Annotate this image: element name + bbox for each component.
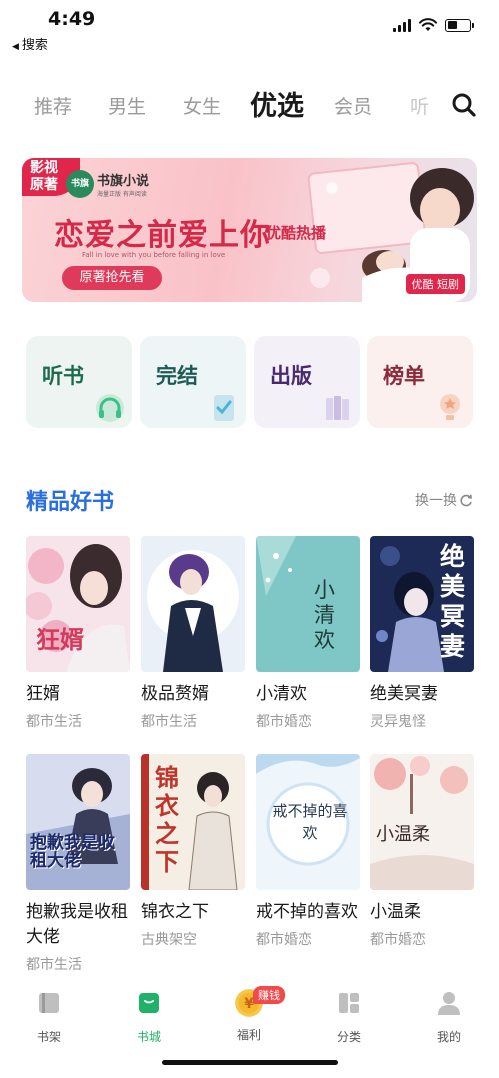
nav-bookshelf[interactable]: 书架 xyxy=(19,990,79,1045)
book-cover[interactable] xyxy=(141,536,245,672)
book-genre: 都市生活 xyxy=(26,957,82,973)
book-genre: 都市生活 xyxy=(26,714,82,730)
cover-title: 狂婿 xyxy=(36,625,84,654)
nav-label: 书架 xyxy=(36,1030,61,1044)
status-icons xyxy=(393,18,474,32)
cover-title: 戒不掉的喜欢 xyxy=(272,802,348,842)
book-cover[interactable]: 小温柔 xyxy=(370,754,474,890)
logo-mark: 书旗 xyxy=(66,170,94,198)
book-title: 锦衣之下 xyxy=(141,902,209,922)
status-bar: 4:49 ◀ 搜索 xyxy=(0,0,499,53)
book-genre: 都市生活 xyxy=(141,714,197,730)
cover-title: 抱歉我是收租大佬 xyxy=(30,833,115,871)
nav-label: 福利 xyxy=(236,1028,261,1042)
book-card[interactable]: 戒不掉的喜欢 戒不掉的喜欢 都市婚恋 xyxy=(256,754,360,949)
book-genre: 都市婚恋 xyxy=(256,932,312,948)
book-card[interactable]: 狂婿 狂婿 都市生活 xyxy=(26,536,130,731)
book-title: 小清欢 xyxy=(256,684,307,704)
wifi-icon xyxy=(419,18,437,31)
category-label: 听书 xyxy=(42,363,84,388)
profile-icon xyxy=(438,992,460,1015)
refresh-icon xyxy=(460,494,472,506)
category-label: 出版 xyxy=(270,363,312,388)
back-arrow-icon: ◀ xyxy=(12,42,19,52)
section-title: 精品好书 xyxy=(26,489,115,515)
home-indicator xyxy=(162,1060,338,1065)
book-stack-icon xyxy=(326,396,349,420)
headphones-icon xyxy=(96,394,124,422)
book-title: 小温柔 xyxy=(370,902,421,922)
book-title: 抱歉我是收租大佬 xyxy=(26,902,128,947)
category-icon xyxy=(339,993,359,1013)
category-label: 完结 xyxy=(156,363,198,388)
bookshelf-icon xyxy=(39,993,59,1013)
book-genre: 灵异鬼怪 xyxy=(370,714,426,730)
shuqi-logo: 书旗 书旗小说 海量正版 有声阅读 xyxy=(66,170,149,198)
nav-category[interactable]: 分类 xyxy=(319,990,379,1045)
banner-tag: 优酷热播 xyxy=(266,224,327,242)
book-title: 极品赘婿 xyxy=(141,684,209,704)
category-audiobook[interactable]: 听书 xyxy=(26,336,132,428)
banner-english-subtitle: Fall in love with you before falling in … xyxy=(82,251,226,259)
book-title: 绝美冥妻 xyxy=(370,684,438,704)
book-cover[interactable]: 抱歉我是收租大佬 xyxy=(26,754,130,890)
book-title: 戒不掉的喜欢 xyxy=(256,902,358,922)
top-tab-bar: 推荐 男生 女生 优选 会员 听 xyxy=(0,82,499,126)
cover-title: 锦衣之下 xyxy=(155,763,179,876)
battery-icon xyxy=(445,18,474,32)
book-card[interactable]: 极品赘婿 都市生活 xyxy=(141,536,245,731)
book-cover[interactable]: 锦衣之下 xyxy=(141,754,245,890)
nav-label: 我的 xyxy=(436,1030,461,1044)
banner-chip: 优酷 短剧 xyxy=(405,274,465,294)
tab-recommend[interactable]: 推荐 xyxy=(34,92,72,119)
logo-subtext: 海量正版 有声阅读 xyxy=(97,191,147,198)
tab-listen[interactable]: 听 xyxy=(410,92,429,119)
banner-title: 恋爱之前爱上你 xyxy=(54,218,271,253)
nav-profile[interactable]: 我的 xyxy=(419,990,479,1045)
banner-cta-button[interactable]: 原著抢先看 xyxy=(62,266,162,290)
nav-label: 书城 xyxy=(136,1030,161,1044)
book-genre: 都市婚恋 xyxy=(370,932,426,948)
book-cover[interactable]: 小清欢 xyxy=(256,536,360,672)
tab-vip[interactable]: 会员 xyxy=(334,92,372,119)
book-genre: 古典架空 xyxy=(141,932,197,948)
back-label: 搜索 xyxy=(21,38,48,53)
cellular-signal-icon xyxy=(393,18,411,32)
cover-title: 小温柔 xyxy=(376,824,430,845)
cover-title: 绝美冥妻 xyxy=(440,542,466,661)
book-cover[interactable]: 戒不掉的喜欢 xyxy=(256,754,360,890)
search-icon[interactable] xyxy=(451,92,477,118)
book-cover[interactable]: 狂婿 xyxy=(26,536,130,672)
tab-female[interactable]: 女生 xyxy=(183,92,221,119)
book-card[interactable]: 小清欢 小清欢 都市婚恋 xyxy=(256,536,360,731)
status-time: 4:49 xyxy=(48,8,96,30)
book-card[interactable]: 锦衣之下 锦衣之下 古典架空 xyxy=(141,754,245,949)
category-rankings[interactable]: 榜单 xyxy=(367,336,473,428)
nav-label: 分类 xyxy=(336,1030,361,1044)
refresh-label: 换一换 xyxy=(415,493,457,509)
book-cover[interactable]: 绝美冥妻 xyxy=(370,536,474,672)
tab-male[interactable]: 男生 xyxy=(108,92,146,119)
document-check-icon xyxy=(214,395,234,421)
nav-bookstore[interactable]: 书城 xyxy=(119,990,179,1045)
category-published[interactable]: 出版 xyxy=(254,336,360,428)
book-card[interactable]: 绝美冥妻 绝美冥妻 灵异鬼怪 xyxy=(370,536,474,731)
book-card[interactable]: 抱歉我是收租大佬 抱歉我是收租大佬 都市生活 xyxy=(26,754,130,974)
cover-title: 小清欢 xyxy=(314,578,335,652)
tab-featured[interactable]: 优选 xyxy=(250,84,304,123)
bookstore-icon xyxy=(139,993,159,1013)
book-card[interactable]: 小温柔 小温柔 都市婚恋 xyxy=(370,754,474,949)
trophy-icon xyxy=(440,394,460,420)
category-completed[interactable]: 完结 xyxy=(140,336,246,428)
earn-money-badge: 赚钱 xyxy=(253,986,285,1004)
book-genre: 都市婚恋 xyxy=(256,714,312,730)
category-label: 榜单 xyxy=(383,363,425,388)
back-to-search-link[interactable]: ◀ 搜索 xyxy=(12,34,48,53)
logo-text: 书旗小说 xyxy=(97,174,150,189)
book-title: 狂婿 xyxy=(26,684,60,704)
refresh-button[interactable]: 换一换 xyxy=(415,490,473,510)
promo-banner[interactable]: 影视 原著 书旗 书旗小说 海量正版 有声阅读 恋爱之前爱上你 优酷热播 Fal… xyxy=(22,158,477,302)
nav-rewards[interactable]: ¥ 赚钱 福利 xyxy=(219,986,285,1043)
